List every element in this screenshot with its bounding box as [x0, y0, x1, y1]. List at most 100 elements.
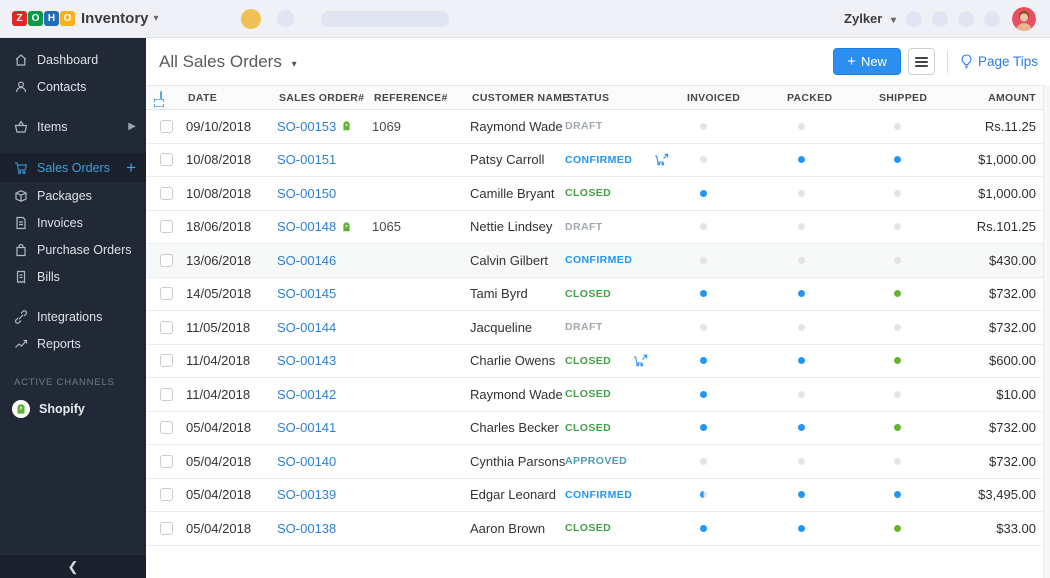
row-checkbox[interactable]: [160, 220, 173, 234]
product-switcher[interactable]: Z O H O Inventory ▾: [12, 10, 159, 27]
row-checkbox[interactable]: [160, 521, 173, 535]
status-badge: CONFIRMED: [565, 488, 633, 501]
order-number-link[interactable]: SO-00150: [277, 186, 336, 201]
sidebar-item-sales-orders[interactable]: Sales Orders +: [0, 153, 146, 182]
invoiced-dot: [700, 122, 707, 130]
order-number-link[interactable]: SO-00140: [277, 454, 336, 469]
topbar-icon-2[interactable]: [932, 10, 948, 27]
user-avatar[interactable]: [1012, 6, 1036, 31]
column-header-invoiced[interactable]: INVOICED: [685, 92, 785, 104]
row-checkbox[interactable]: [160, 354, 173, 368]
avatar-image: [1012, 6, 1036, 31]
topbar-icon-1[interactable]: [906, 10, 922, 27]
order-number-link[interactable]: SO-00138: [277, 521, 336, 536]
list-options-button[interactable]: [907, 48, 935, 75]
row-checkbox[interactable]: [160, 253, 173, 267]
invoiced-dot: [700, 189, 707, 197]
row-checkbox[interactable]: [160, 119, 173, 133]
order-amount: $732.00: [989, 420, 1036, 436]
column-header-date[interactable]: DATE: [186, 92, 277, 104]
basket-icon: [14, 119, 28, 134]
sidebar-item-reports[interactable]: Reports: [0, 330, 146, 357]
page-title-dropdown[interactable]: All Sales Orders ▾: [159, 52, 297, 72]
table-row[interactable]: 10/08/2018 SO-00151 Patsy Carroll CONFIR…: [146, 144, 1050, 177]
order-number-link[interactable]: SO-00153: [277, 119, 336, 134]
search-bar-placeholder[interactable]: [320, 10, 449, 27]
order-date: 11/04/2018: [186, 353, 251, 369]
column-header-shipped[interactable]: SHIPPED: [877, 92, 967, 104]
row-checkbox[interactable]: [160, 186, 173, 200]
topbar-icon-4[interactable]: [984, 10, 1000, 27]
chart-line-icon: [14, 337, 28, 351]
sidebar-item-shopify[interactable]: Shopify: [0, 394, 146, 424]
page-tips-link[interactable]: Page Tips: [960, 54, 1038, 69]
order-number-link[interactable]: SO-00144: [277, 320, 336, 335]
table-row[interactable]: 05/04/2018 SO-00139 Edgar Leonard CONFIR…: [146, 479, 1050, 512]
chevron-down-icon: ▾: [291, 58, 297, 70]
column-header-amount[interactable]: AMOUNT: [967, 92, 1050, 104]
order-number-link[interactable]: SO-00143: [277, 353, 336, 368]
row-checkbox[interactable]: [160, 454, 173, 468]
announcement-icon[interactable]: [240, 8, 261, 29]
reorder-cart-icon[interactable]: [654, 153, 669, 166]
order-number-link[interactable]: SO-00142: [277, 387, 336, 402]
order-number-link[interactable]: SO-00145: [277, 286, 336, 301]
table-row[interactable]: 14/05/2018 SO-00145 Tami Byrd CLOSED $73…: [146, 278, 1050, 311]
table-row[interactable]: 11/05/2018 SO-00144 Jacqueline DRAFT $73…: [146, 311, 1050, 345]
sidebar-item-bills[interactable]: Bills: [0, 263, 146, 290]
table-row[interactable]: 11/04/2018 SO-00143 Charlie Owens CLOSED…: [146, 345, 1050, 378]
table-row[interactable]: 10/08/2018 SO-00150 Camille Bryant CLOSE…: [146, 177, 1050, 211]
add-sales-order-button[interactable]: +: [126, 159, 136, 176]
sidebar-item-invoices[interactable]: Invoices: [0, 209, 146, 236]
order-number-link[interactable]: SO-00139: [277, 487, 336, 502]
logo-tile-h: H: [44, 11, 59, 26]
table-row[interactable]: 11/04/2018 SO-00142 Raymond Wade CLOSED …: [146, 378, 1050, 412]
invoiced-dot: [700, 524, 707, 532]
row-checkbox[interactable]: [160, 387, 173, 401]
sidebar-item-purchase-orders[interactable]: Purchase Orders: [0, 236, 146, 263]
row-checkbox[interactable]: [160, 421, 173, 435]
sidebar-item-integrations[interactable]: Integrations: [0, 303, 146, 330]
table-row[interactable]: 05/04/2018 SO-00138 Aaron Brown CLOSED $…: [146, 512, 1050, 546]
column-header-reference[interactable]: REFERENCE#: [372, 92, 470, 104]
row-checkbox[interactable]: [160, 320, 173, 334]
table-row[interactable]: 09/10/2018 SO-00153 1069 Raymond Wade DR…: [146, 110, 1050, 144]
new-button[interactable]: + New: [833, 48, 901, 75]
reorder-cart-icon[interactable]: [633, 354, 648, 367]
hamburger-icon: [914, 56, 928, 59]
table-row[interactable]: 05/04/2018 SO-00141 Charles Becker CLOSE…: [146, 412, 1050, 445]
sidebar-item-label: Items: [37, 119, 68, 134]
column-header-sales-order[interactable]: SALES ORDER#: [277, 92, 372, 104]
table-row[interactable]: 05/04/2018 SO-00140 Cynthia Parsons APPR…: [146, 445, 1050, 479]
table-row[interactable]: 18/06/2018 SO-00148 1065 Nettie Lindsey …: [146, 211, 1050, 244]
invoiced-dot: [700, 357, 707, 365]
sidebar-item-contacts[interactable]: Contacts: [0, 73, 146, 100]
scrollbar[interactable]: [1043, 85, 1050, 578]
row-checkbox[interactable]: [160, 488, 173, 502]
row-checkbox[interactable]: [160, 287, 173, 301]
order-amount: $732.00: [989, 319, 1036, 335]
order-amount: Rs.101.25: [976, 219, 1036, 235]
status-badge: DRAFT: [565, 120, 603, 133]
topbar-icon-placeholder[interactable]: [276, 10, 294, 27]
column-header-customer-name[interactable]: CUSTOMER NAME: [470, 92, 569, 104]
order-number-link[interactable]: SO-00148: [277, 219, 336, 234]
order-date: 13/06/2018: [186, 252, 252, 268]
org-selector[interactable]: Zylker ▾: [844, 11, 896, 26]
table-row[interactable]: 13/06/2018 SO-00146 Calvin Gilbert CONFI…: [146, 244, 1050, 278]
order-number-link[interactable]: SO-00151: [277, 152, 336, 167]
order-amount: $1,000.00: [978, 185, 1036, 201]
order-number-link[interactable]: SO-00141: [277, 420, 336, 435]
sidebar-item-dashboard[interactable]: Dashboard: [0, 46, 146, 73]
select-all-icon[interactable]: [160, 90, 162, 105]
shipped-dot: [894, 323, 901, 331]
packed-dot: [798, 290, 805, 298]
sidebar-item-items[interactable]: Items ▶: [0, 113, 146, 140]
column-header-status[interactable]: STATUS: [565, 92, 685, 104]
column-header-packed[interactable]: PACKED: [785, 92, 877, 104]
sidebar-item-packages[interactable]: Packages: [0, 182, 146, 209]
topbar-icon-3[interactable]: [958, 10, 974, 27]
row-checkbox[interactable]: [160, 153, 173, 167]
sidebar-collapse-button[interactable]: ❮: [0, 554, 146, 578]
order-number-link[interactable]: SO-00146: [277, 253, 336, 268]
